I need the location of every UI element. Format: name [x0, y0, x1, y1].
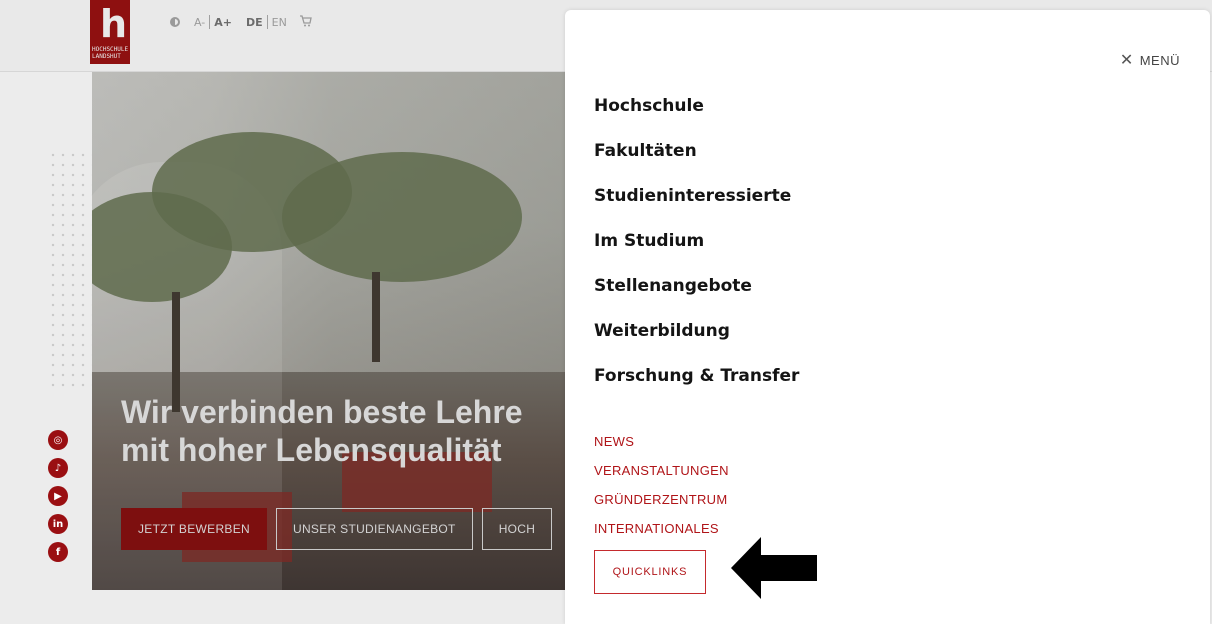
logo-text: HOCHSCHULE LANDSHUT [92, 46, 129, 60]
decorative-dot-grid [48, 150, 92, 390]
youtube-icon[interactable]: ▶ [48, 486, 68, 506]
nav-item-weiterbildung[interactable]: Weiterbildung [594, 308, 799, 353]
menu-close-button[interactable]: ✕ MENÜ [1120, 50, 1180, 70]
close-icon: ✕ [1119, 52, 1134, 69]
sub-nav-veranstaltungen[interactable]: VERANSTALTUNGEN [594, 456, 729, 485]
hero-cta-row: JETZT BEWERBEN UNSER STUDIENANGEBOT HOCH [121, 508, 553, 550]
hero-headline-line2: mit hoher Lebensqualität [121, 432, 502, 468]
hero-headline: Wir verbinden beste Lehre mit hoher Lebe… [121, 393, 581, 469]
nav-item-im-studium[interactable]: Im Studium [594, 218, 799, 263]
contrast-icon[interactable] [170, 17, 180, 27]
nav-item-stellenangebote[interactable]: Stellenangebote [594, 263, 799, 308]
nav-item-studieninteressierte[interactable]: Studieninteressierte [594, 173, 799, 218]
hero-headline-line1: Wir verbinden beste Lehre [121, 394, 523, 430]
sub-nav-news[interactable]: NEWS [594, 427, 729, 456]
divider [209, 15, 211, 29]
facebook-icon[interactable]: f [48, 542, 68, 562]
apply-now-button[interactable]: JETZT BEWERBEN [121, 508, 267, 550]
social-links: ◎ ♪ ▶ in f [48, 430, 68, 562]
logo-letter: h [100, 2, 128, 46]
secondary-navigation: NEWS VERANSTALTUNGEN GRÜNDERZENTRUM INTE… [594, 427, 729, 543]
font-size-increase[interactable]: A+ [214, 16, 232, 29]
sub-nav-gruenderzentrum[interactable]: GRÜNDERZENTRUM [594, 485, 729, 514]
divider [266, 15, 268, 29]
instagram-icon[interactable]: ◎ [48, 430, 68, 450]
font-size-decrease[interactable]: A- [194, 16, 205, 29]
main-navigation: Hochschule Fakultäten Studieninteressier… [594, 83, 799, 398]
header-tools: A- A+ DE EN [170, 13, 312, 31]
linkedin-icon[interactable]: in [48, 514, 68, 534]
nav-item-forschung-transfer[interactable]: Forschung & Transfer [594, 353, 799, 398]
cart-icon[interactable] [299, 14, 312, 30]
pointer-arrow-icon [731, 537, 817, 599]
hero-third-button[interactable]: HOCH [481, 508, 553, 550]
menu-panel: ✕ MENÜ Hochschule Fakultäten Studieninte… [565, 10, 1210, 624]
study-offer-button[interactable]: UNSER STUDIENANGEBOT [276, 508, 473, 550]
nav-item-fakultaeten[interactable]: Fakultäten [594, 128, 799, 173]
quicklinks-button[interactable]: QUICKLINKS [594, 550, 706, 594]
nav-item-hochschule[interactable]: Hochschule [594, 83, 799, 128]
language-de[interactable]: DE [246, 16, 263, 29]
sub-nav-internationales[interactable]: INTERNATIONALES [594, 514, 729, 543]
menu-close-label: MENÜ [1139, 52, 1180, 68]
logo[interactable]: h HOCHSCHULE LANDSHUT [90, 0, 130, 64]
language-en[interactable]: EN [272, 16, 287, 29]
tiktok-icon[interactable]: ♪ [48, 458, 68, 478]
